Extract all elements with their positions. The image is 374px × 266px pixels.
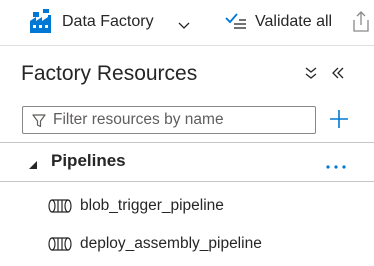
collapse-all-icon[interactable] [305, 66, 317, 84]
list-item-label: deploy_assembly_pipeline [80, 235, 262, 252]
pipelines-section-header[interactable]: Pipelines [0, 142, 374, 182]
pipeline-icon [48, 198, 72, 219]
toolbar: Data Factory Validate all [0, 0, 374, 46]
list-item-label: blob_trigger_pipeline [80, 197, 224, 214]
validate-checkmark-icon[interactable] [225, 13, 247, 36]
filter-resources-input[interactable] [53, 109, 311, 131]
list-item[interactable]: blob_trigger_pipeline [0, 188, 374, 224]
double-chevron-left-icon[interactable] [332, 66, 344, 84]
more-options-icon[interactable] [325, 157, 347, 175]
validate-all-button[interactable]: Validate all [255, 13, 332, 31]
publish-upload-icon[interactable] [352, 11, 370, 38]
section-label: Pipelines [51, 151, 126, 170]
filter-box [22, 106, 316, 134]
caret-expanded-icon[interactable] [28, 157, 38, 175]
plus-icon[interactable] [329, 109, 349, 134]
panel-title: Factory Resources [21, 62, 198, 85]
list-item[interactable]: deploy_assembly_pipeline [0, 226, 374, 262]
factory-selector-label[interactable]: Data Factory [62, 13, 154, 31]
pipeline-icon [48, 236, 72, 257]
chevron-down-icon[interactable] [178, 17, 190, 35]
filter-funnel-icon [32, 114, 46, 133]
factory-icon[interactable] [29, 9, 53, 40]
